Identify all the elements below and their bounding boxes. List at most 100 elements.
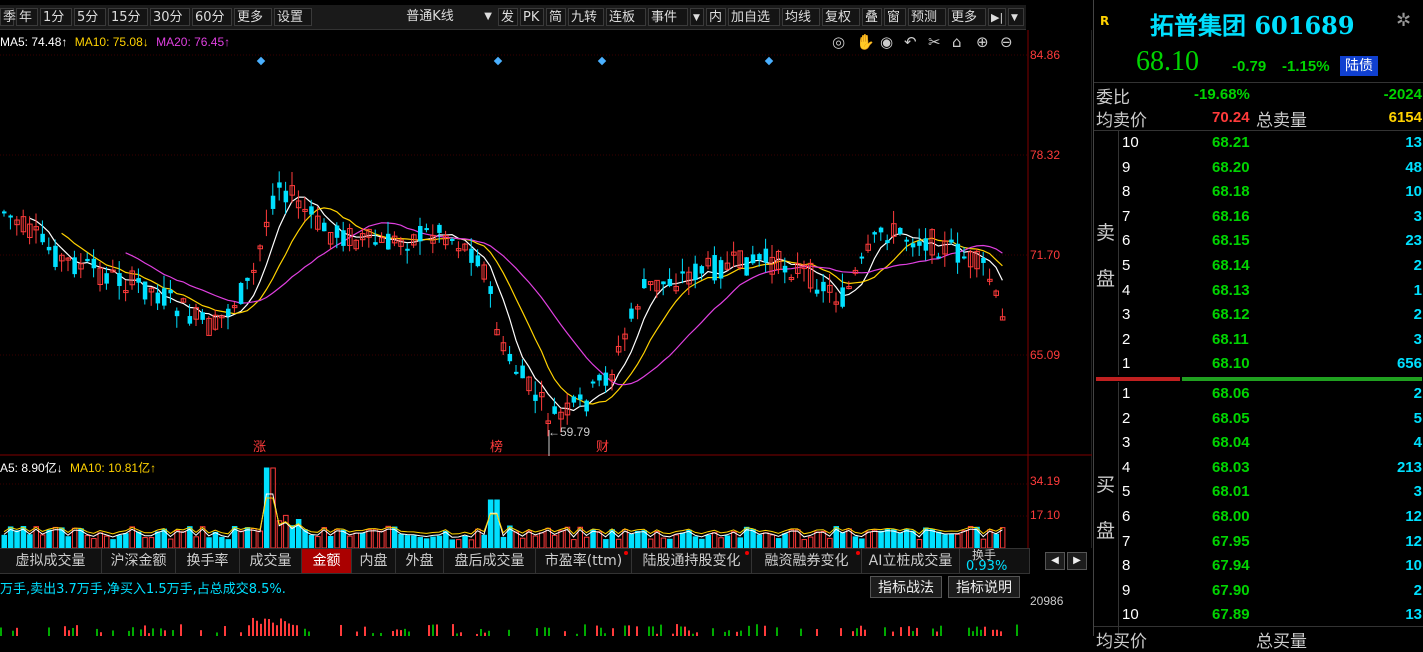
hk-connect-tag[interactable]: 陆债 [1340,56,1378,76]
sell-level-row[interactable]: 9 68.20 48 [1094,156,1423,180]
forecast-button[interactable]: 预测 [908,8,946,26]
period-1min-button[interactable]: 1分 [40,8,72,26]
window-button[interactable]: 窗 [884,8,906,26]
sell-level-row[interactable]: 7 68.16 3 [1094,205,1423,229]
level-price: 68.05 [1212,409,1250,427]
tab-turnover[interactable]: 换手 0.93% [960,549,1030,573]
stock-name: 拓普集团 [1150,11,1246,40]
level-number: 1 [1122,385,1131,402]
chevron-down-icon[interactable]: ▼ [1008,8,1024,26]
buy-level-row[interactable]: 9 67.90 2 [1094,579,1423,603]
level-number: 6 [1122,508,1131,525]
period-15min-button[interactable]: 15分 [108,8,148,26]
tool-jian-button[interactable]: 简 [546,8,566,26]
lock-icon[interactable]: ⌂ [952,33,962,51]
level-price: 67.94 [1212,557,1250,575]
new-badge-dot [624,551,628,555]
tab-margin-trading[interactable]: 融资融券变化 [752,549,862,573]
buy-level-row[interactable]: 7 67.95 12 [1094,530,1423,554]
scroll-right-icon[interactable]: ▶ [1067,552,1087,570]
zoom-in-icon[interactable]: ⊕ [976,33,989,51]
adjust-button[interactable]: 复权 [822,8,860,26]
settings-button[interactable]: 设置 [274,8,312,26]
indicator-explain-button[interactable]: 指标说明 [948,576,1020,598]
tab-virtual-volume[interactable]: 虚拟成交量 [0,549,102,573]
buy-level-row[interactable]: 8 67.94 10 [1094,554,1423,578]
buy-level-row[interactable]: 2 68.05 5 [1094,407,1423,431]
tool-events-button[interactable]: 事件 [648,8,688,26]
tab-northbound-holding[interactable]: 陆股通持股变化 [632,549,752,573]
level-volume: 213 [1396,458,1422,476]
tab-turnover-rate[interactable]: 换手率 [176,549,240,573]
chevron-down-icon[interactable]: ▼ [690,8,704,26]
tool-pk-button[interactable]: PK [520,8,544,26]
tab-after-hours-volume[interactable]: 盘后成交量 [444,549,536,573]
volume-chart[interactable] [0,456,1092,548]
play-icon[interactable]: ◉ [880,33,893,51]
sell-level-row[interactable]: 2 68.11 3 [1094,328,1423,352]
tab-inner-volume[interactable]: 内盘 [352,549,396,573]
tool-lianban-button[interactable]: 连板 [606,8,646,26]
sell-level-row[interactable]: 10 68.21 13 [1094,131,1423,155]
lower-indicator-chart [0,617,1018,636]
tool-jiuzhuan-button[interactable]: 九转 [568,8,604,26]
weibi-row: 委比 -19.68% -2024 [1094,82,1423,108]
gear-icon[interactable]: ✲ [1396,10,1411,31]
hand-icon[interactable]: ✋ [856,33,875,51]
sell-level-row[interactable]: 6 68.15 23 [1094,229,1423,253]
buy-level-row[interactable]: 3 68.04 4 [1094,431,1423,455]
scroll-left-icon[interactable]: ◀ [1045,552,1065,570]
total-buy-label: 总买量 [1256,632,1307,652]
tool-nei-button[interactable]: 内 [706,8,726,26]
period-more-button[interactable]: 更多 [234,8,272,26]
sell-level-row[interactable]: 8 68.18 10 [1094,180,1423,204]
ma-lines-button[interactable]: 均线 [782,8,820,26]
kline-type-select[interactable]: 普通K线 ▼ [364,8,496,26]
level-volume: 3 [1413,483,1422,501]
sell-level-row[interactable]: 3 68.12 2 [1094,303,1423,327]
level-volume: 5 [1413,409,1422,427]
period-season-button[interactable]: 季 [0,8,16,26]
zoom-out-icon[interactable]: ⊖ [1000,33,1013,51]
period-60min-button[interactable]: 60分 [192,8,232,26]
chevron-down-icon: ▼ [484,11,492,22]
tab-pe-ttm[interactable]: 市盈率(ttm) [536,549,632,573]
indicator-strategy-button[interactable]: 指标战法 [870,576,942,598]
level-price: 68.11 [1212,330,1249,348]
tab-ai-volume[interactable]: AI立桩成交量 [862,549,960,573]
period-30min-button[interactable]: 30分 [150,8,190,26]
expand-right-icon[interactable]: ▶| [988,8,1006,26]
level-price: 67.89 [1212,606,1250,624]
overlay-button[interactable]: 叠 [862,8,882,26]
sell-level-row[interactable]: 4 68.13 1 [1094,279,1423,303]
tab-outer-volume[interactable]: 外盘 [396,549,444,573]
tool-fa-button[interactable]: 发 [498,8,518,26]
buy-level-row[interactable]: 5 68.01 3 [1094,480,1423,504]
tab-amount[interactable]: 金额 [302,549,352,573]
event-label-bang[interactable]: 榜 [490,436,503,455]
more-tools-button[interactable]: 更多 [948,8,986,26]
sell-level-row[interactable]: 1 68.10 656 [1094,352,1423,376]
eye-icon[interactable]: ◎ [832,33,845,51]
tab-hs-amount[interactable]: 沪深金额 [102,549,176,573]
sell-level-row[interactable]: 5 68.14 2 [1094,254,1423,278]
kline-chart[interactable] [0,30,1092,456]
period-year-button[interactable]: 年 [16,8,38,26]
level-volume: 12 [1405,508,1422,525]
volume-axis-label: 34.19 [1030,474,1061,488]
period-5min-button[interactable]: 5分 [74,8,106,26]
scissors-icon[interactable]: ✂ [928,33,941,51]
ma5-legend: MA5: 74.48↑ [0,35,68,49]
buy-level-row[interactable]: 1 68.06 2 [1094,382,1423,406]
ma-legend: MA5: 74.48↑ MA10: 75.08↓ MA20: 76.45↑ [0,34,230,50]
buy-level-row[interactable]: 6 68.00 12 [1094,505,1423,529]
buy-level-row[interactable]: 10 67.89 13 [1094,603,1423,627]
avg-sell-row: 均卖价 70.24 总卖量 6154 [1094,106,1423,131]
level-volume: 10 [1405,557,1422,575]
undo-icon[interactable]: ↶ [904,33,917,51]
buy-level-row[interactable]: 4 68.03 213 [1094,456,1423,480]
tab-volume[interactable]: 成交量 [240,549,302,573]
event-label-zhang[interactable]: 涨 [253,436,266,455]
add-watchlist-button[interactable]: 加自选 [728,8,780,26]
event-label-cai[interactable]: 财 [596,436,609,455]
